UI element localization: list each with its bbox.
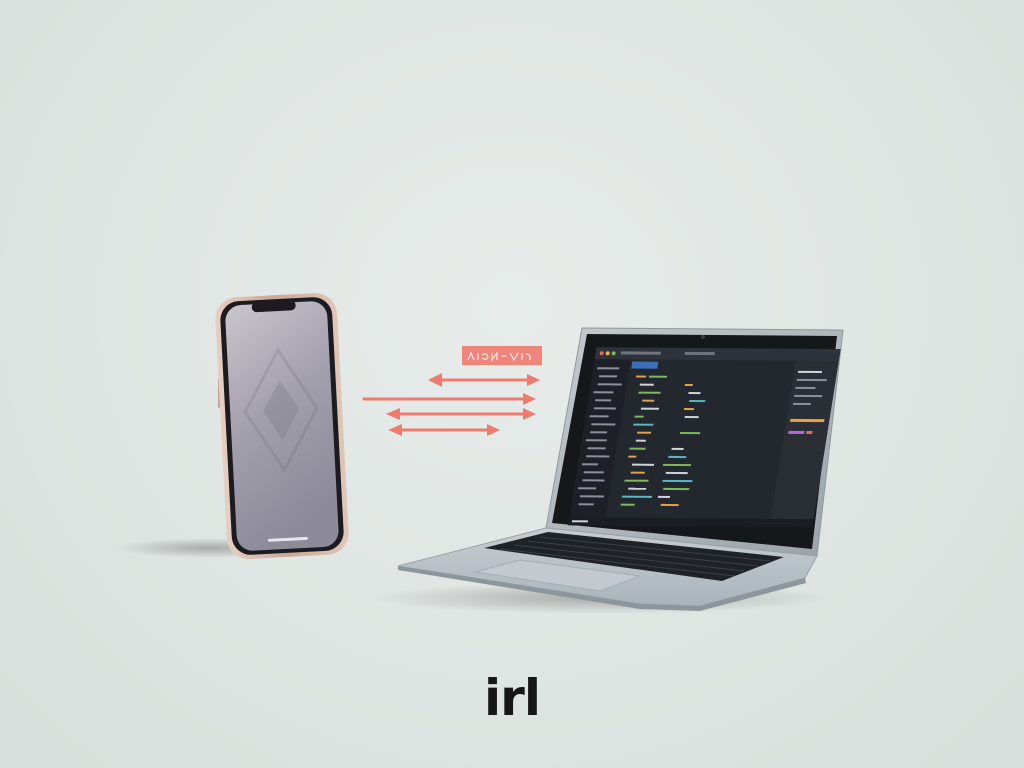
editor-tab-active bbox=[631, 361, 659, 369]
status-bar-text bbox=[571, 520, 589, 523]
titlebar-text bbox=[684, 351, 715, 356]
webcam-icon bbox=[701, 335, 705, 339]
illustration-scene bbox=[115, 293, 844, 614]
bidirectional-arrows-icon bbox=[362, 346, 542, 436]
laptop bbox=[397, 327, 844, 611]
titlebar-text bbox=[620, 351, 661, 355]
smartphone bbox=[215, 293, 349, 559]
caption-text: irl bbox=[484, 669, 541, 727]
code-editor-window bbox=[568, 347, 841, 528]
